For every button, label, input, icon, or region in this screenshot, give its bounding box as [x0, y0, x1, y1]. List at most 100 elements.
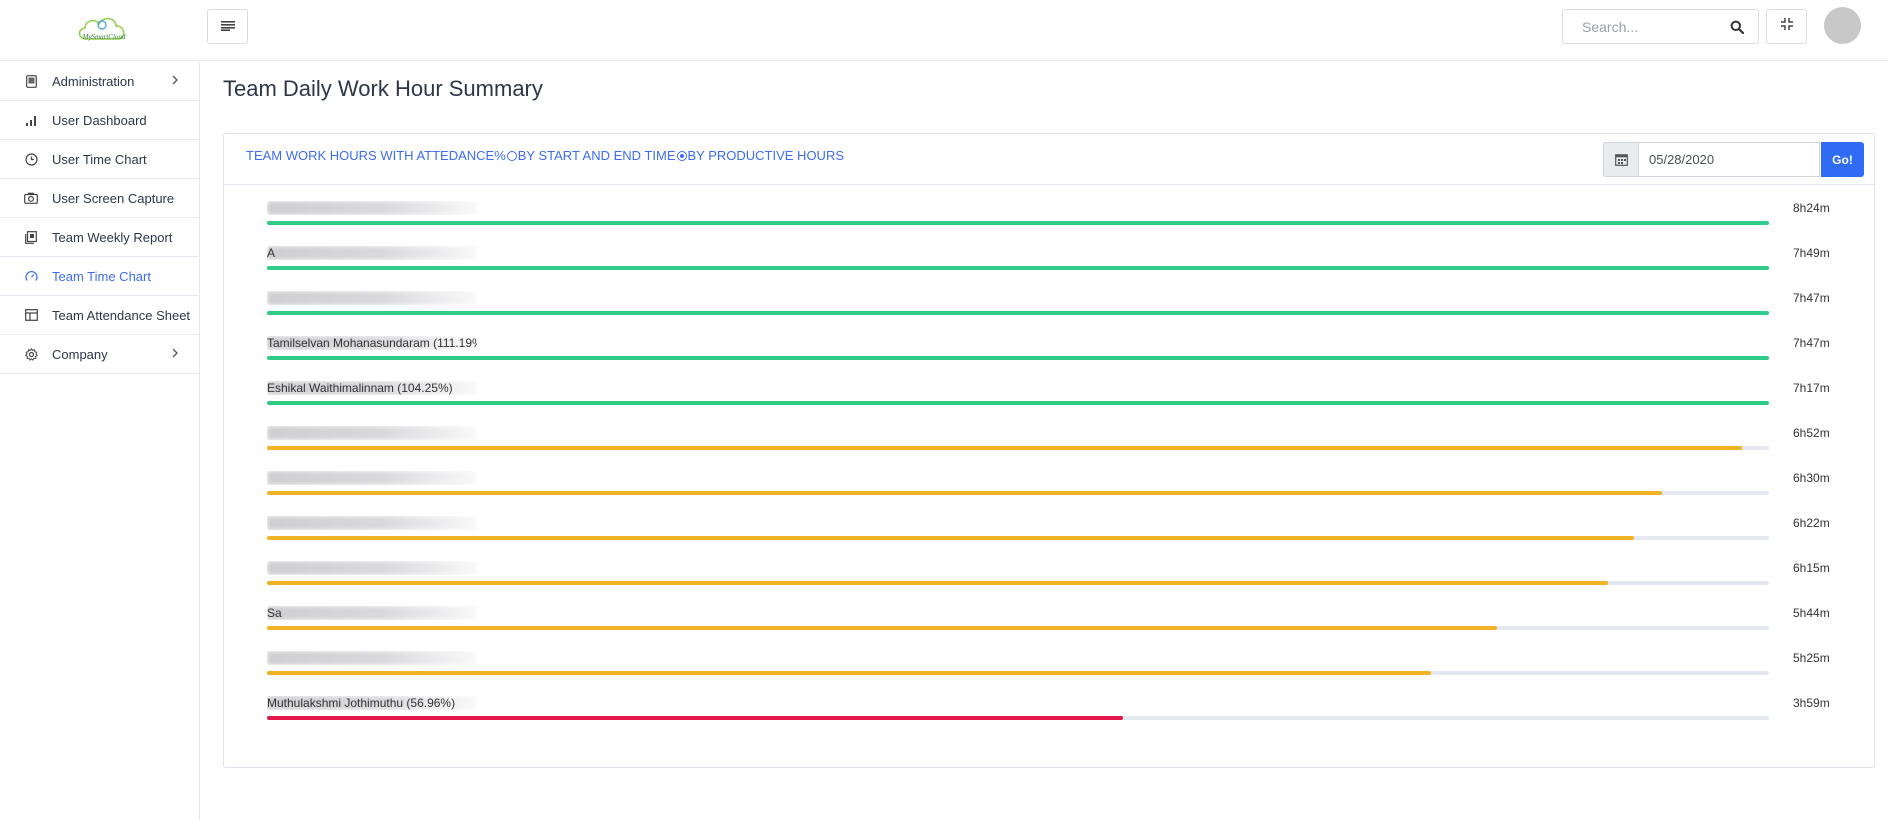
work-hour-row: 5h25m — [267, 650, 1830, 695]
work-hour-list: 8h24m A 7h49m 7h47m Tamilselvan Mohanasundar… — [267, 200, 1830, 740]
hours-value: 7h49m — [1793, 246, 1830, 260]
sidebar-item-team-attendance-sheet[interactable]: Team Attendance Sheet — [0, 296, 199, 335]
progress-track — [267, 581, 1769, 585]
progress-fill — [267, 581, 1608, 585]
work-hour-row: Muthulakshmi Jothimuthu (56.96%) 3h59m — [267, 695, 1830, 740]
progress-fill — [267, 626, 1497, 630]
work-hour-row: Tamilselvan Mohanasundaram (111.19%) 7h47… — [267, 335, 1830, 380]
hours-value: 6h52m — [1793, 426, 1830, 440]
work-hour-row: 8h24m — [267, 200, 1830, 245]
sidebar-item-label: Administration — [52, 73, 135, 89]
tab-productive-hours-label: BY PRODUCTIVE HOURS — [687, 148, 845, 163]
hours-value: 5h44m — [1793, 606, 1830, 620]
redacted-mask — [267, 651, 477, 665]
employee-name — [267, 561, 477, 575]
tab-attendance[interactable]: TEAM WORK HOURS WITH ATTEDANCE% — [246, 148, 506, 163]
summary-card: TEAM WORK HOURS WITH ATTEDANCE% BY START… — [223, 133, 1875, 768]
sidebar-item-team-weekly-report[interactable]: Team Weekly Report — [0, 218, 199, 257]
sidebar-item-company[interactable]: Company — [0, 335, 199, 374]
fullscreen-toggle-button[interactable] — [1766, 9, 1807, 44]
sidebar-item-label: User Time Chart — [52, 151, 147, 167]
logo-text: MySmartCloud — [82, 33, 126, 41]
progress-track — [267, 671, 1769, 675]
progress-track — [267, 356, 1769, 360]
progress-track — [267, 536, 1769, 540]
hours-value: 6h15m — [1793, 561, 1830, 575]
redacted-mask — [267, 471, 477, 485]
report-icon — [24, 230, 38, 244]
search-input[interactable] — [1564, 11, 1724, 42]
radio-productive-hours[interactable] — [676, 150, 687, 161]
work-hour-row: Sa 5h44m — [267, 605, 1830, 650]
calendar-icon[interactable] — [1603, 142, 1638, 177]
redacted-mask — [267, 291, 477, 305]
sidebar-item-label: Team Attendance Sheet — [52, 307, 191, 323]
radio-start-end-time[interactable] — [506, 150, 517, 161]
work-hour-row: 6h52m — [267, 425, 1830, 470]
bar-chart-icon — [24, 113, 38, 127]
gear-icon — [24, 347, 38, 361]
employee-name — [267, 651, 477, 665]
sidebar-item-user-time-chart[interactable]: User Time Chart — [0, 140, 199, 179]
redacted-mask — [267, 606, 477, 620]
hours-value: 7h17m — [1793, 381, 1830, 395]
employee-name: A — [267, 246, 477, 260]
tab-start-end-time[interactable]: BY START AND END TIME — [518, 148, 676, 163]
tab-productive-hours[interactable]: BY PRODUCTIVE HOURS — [688, 148, 845, 163]
sidebar-item-label: Team Weekly Report — [52, 229, 173, 245]
work-hour-row: 7h47m — [267, 290, 1830, 335]
hours-value: 6h30m — [1793, 471, 1830, 485]
redacted-mask — [267, 516, 477, 530]
employee-name — [267, 516, 477, 530]
employee-name: Muthulakshmi Jothimuthu (56.96%) — [267, 696, 477, 710]
chevron-right-icon — [171, 347, 181, 359]
sidebar-item-label: User Screen Capture — [52, 190, 175, 206]
redacted-mask — [267, 426, 477, 440]
sidebar-item-user-screen-capture[interactable]: User Screen Capture — [0, 179, 199, 218]
sidebar-item-user-dashboard[interactable]: User Dashboard — [0, 101, 199, 140]
employee-name-text: Sa — [267, 606, 282, 620]
search-icon[interactable] — [1730, 20, 1745, 35]
sidebar-item-team-time-chart[interactable]: Team Time Chart — [0, 257, 199, 296]
sidebar: Administration User Dashboard User Time … — [0, 62, 200, 820]
compress-icon — [1780, 17, 1794, 36]
employee-name — [267, 426, 477, 440]
brand-logo[interactable]: MySmartCloud — [72, 9, 136, 49]
employee-name-text: A — [267, 246, 276, 260]
hours-value: 7h47m — [1793, 291, 1830, 305]
employee-name: Tamilselvan Mohanasundaram (111.19%) — [267, 336, 477, 350]
progress-track — [267, 221, 1769, 225]
user-avatar[interactable] — [1824, 7, 1861, 44]
chevron-right-icon — [171, 74, 181, 86]
employee-name-text: Eshikal Waithimalinnam (104.25%) — [267, 381, 453, 395]
progress-track — [267, 491, 1769, 495]
tablet-icon — [24, 74, 38, 88]
work-hour-row: 6h22m — [267, 515, 1830, 560]
redacted-mask — [267, 201, 477, 215]
progress-fill — [267, 536, 1634, 540]
progress-fill — [267, 221, 1769, 225]
sidebar-item-label: Team Time Chart — [52, 268, 151, 284]
progress-track — [267, 626, 1769, 630]
sidebar-item-label: Company — [52, 346, 108, 362]
progress-fill — [267, 401, 1769, 405]
go-button[interactable]: Go! — [1821, 142, 1864, 177]
employee-name-text: Tamilselvan Mohanasundaram (111.19%) — [267, 336, 477, 350]
hours-value: 8h24m — [1793, 201, 1830, 215]
sidebar-item-administration[interactable]: Administration — [0, 62, 199, 101]
hamburger-icon — [220, 18, 235, 36]
sidebar-toggle-button[interactable] — [207, 9, 248, 44]
hours-value: 6h22m — [1793, 516, 1830, 530]
progress-fill — [267, 356, 1769, 360]
sidebar-item-label: User Dashboard — [52, 112, 147, 128]
hours-value: 7h47m — [1793, 336, 1830, 350]
progress-track — [267, 401, 1769, 405]
progress-fill — [267, 446, 1742, 450]
view-mode-options: TEAM WORK HOURS WITH ATTEDANCE% BY START… — [246, 148, 844, 163]
employee-name — [267, 201, 477, 215]
gauge-icon — [24, 269, 38, 283]
page-title: Team Daily Work Hour Summary — [223, 76, 543, 101]
progress-fill — [267, 491, 1662, 495]
date-input[interactable] — [1638, 142, 1820, 177]
card-header: TEAM WORK HOURS WITH ATTEDANCE% BY START… — [224, 134, 1874, 185]
